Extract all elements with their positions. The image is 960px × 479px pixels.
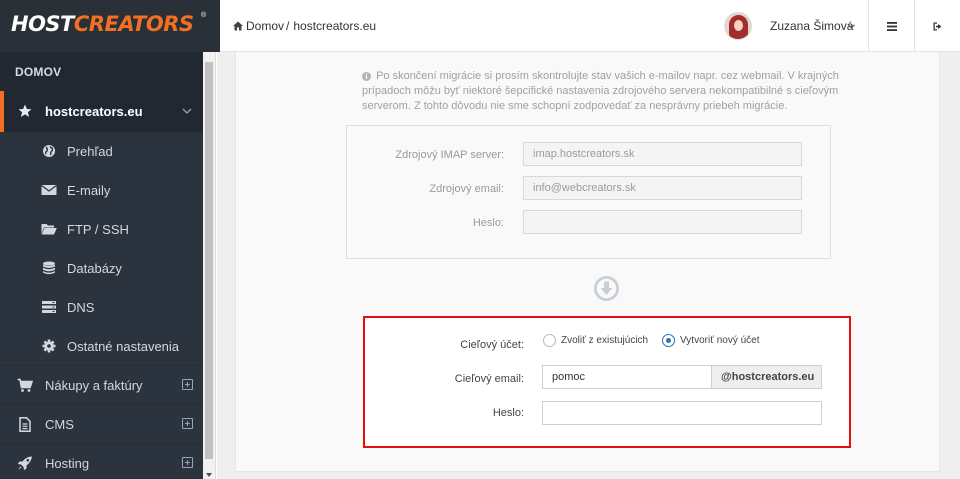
menu-toggle-button[interactable] (868, 0, 914, 52)
sidebar-item-label: Databázy (67, 261, 122, 276)
sidebar-item-prehlad[interactable]: Prehľad (0, 132, 203, 171)
target-account-label: Cieľový účet: (460, 339, 524, 351)
breadcrumb: Domov / hostcreators.eu (233, 19, 376, 33)
sidebar-item-label: Ostatné nastavenia (67, 339, 180, 354)
breadcrumb-current: hostcreators.eu (293, 19, 377, 33)
target-password-input[interactable] (542, 401, 822, 425)
migration-notice: i Po skončení migrácie si prosím skontro… (362, 69, 842, 114)
radio-choose-existing[interactable]: Zvoliť z existujúcich (543, 334, 648, 347)
arrow-circle-down-icon (594, 276, 619, 301)
sidebar-section-title: DOMOV (0, 52, 203, 91)
logo-host: HOST (11, 12, 74, 36)
sidebar-item-label: Nákupy a faktúry (45, 378, 143, 393)
target-email-input[interactable]: pomoc (542, 365, 712, 389)
radio-circle[interactable] (543, 334, 556, 347)
plus-square-icon (182, 457, 193, 468)
sidebar-item-dns[interactable]: DNS (0, 288, 203, 327)
source-email-label: Zdrojový email: (429, 183, 504, 195)
radio-label: Zvoliť z existujúcich (561, 335, 649, 346)
radio-circle-checked[interactable] (662, 334, 675, 347)
sidebar-item-label: E-maily (67, 183, 111, 198)
user-menu[interactable]: Zuzana Šimová (724, 12, 855, 40)
sidebar-item-nakupy-a-faktury[interactable]: Nákupy a faktúry (0, 365, 203, 404)
sidebar-item-ostatne-nastavenia[interactable]: Ostatné nastavenia (0, 327, 203, 366)
migration-panel: i Po skončení migrácie si prosím skontro… (235, 52, 940, 472)
top-header: HOSTCREATORS ® Domov / hostcreators.eu Zuz… (0, 0, 960, 52)
rocket-icon (17, 456, 32, 471)
sidebar-item-label: FTP / SSH (67, 222, 129, 237)
logo-registered-mark: ® (201, 12, 207, 19)
star-icon (18, 104, 32, 117)
source-password-label: Heslo: (472, 217, 504, 229)
hamburger-icon (886, 21, 897, 31)
sidebar-item-hosting[interactable]: Hosting (0, 443, 203, 479)
scrollbar-thumb[interactable] (205, 62, 213, 459)
breadcrumb-separator: / (286, 19, 290, 33)
radio-label: Vytvoriť nový účet (680, 335, 760, 346)
sidebar-item-label: Prehľad (67, 144, 113, 159)
plus-square-icon (182, 379, 193, 390)
sidebar-item-label: CMS (45, 417, 74, 432)
sidebar-scrollbar[interactable] (203, 52, 216, 479)
sign-out-icon (933, 22, 941, 30)
database-icon (43, 261, 55, 275)
server-icon (42, 301, 56, 313)
chevron-down-icon (848, 24, 855, 29)
logo-creators: CREATORS (73, 12, 194, 36)
info-icon: i (362, 72, 371, 81)
main-content: i Po skončení migrácie si prosím skontro… (217, 52, 960, 479)
sidebar-item-label: Hosting (45, 456, 90, 471)
sidebar-item-databazy[interactable]: Databázy (0, 249, 203, 288)
source-password-input[interactable] (523, 210, 802, 234)
plus-square-icon (182, 418, 193, 429)
sidebar-item-cms[interactable]: CMS (0, 404, 203, 443)
sidebar-item-domain-label: hostcreators.eu (45, 104, 143, 119)
imap-server-input[interactable]: imap.hostcreators.sk (523, 142, 802, 166)
radio-create-new[interactable]: Vytvoriť nový účet (662, 334, 760, 347)
sidebar-item-domain[interactable]: hostcreators.eu (0, 91, 203, 132)
imap-server-label: Zdrojový IMAP server: (395, 149, 504, 161)
source-settings: Zdrojový IMAP server: imap.hostcreators.… (346, 125, 831, 259)
sidebar-section-label: DOMOV (15, 65, 62, 79)
globe-icon (43, 145, 55, 157)
sidebar: DOMOV hostcreators.eu Prehľad E-maily FT… (0, 52, 203, 479)
cart-icon (17, 378, 33, 392)
migration-notice-text: Po skončení migrácie si prosím skontrolu… (362, 70, 839, 112)
target-email-label: Cieľový email: (454, 373, 524, 385)
sidebar-item-label: DNS (67, 300, 95, 315)
envelope-icon (41, 185, 57, 195)
scroll-down-arrow-icon[interactable] (206, 473, 212, 477)
logo[interactable]: HOSTCREATORS ® (0, 0, 220, 52)
user-name[interactable]: Zuzana Šimová (770, 19, 880, 33)
logo-text: HOSTCREATORS (11, 12, 194, 36)
target-email-domain-addon: @hostcreators.eu (712, 365, 822, 389)
source-email-input[interactable]: info@webcreators.sk (523, 176, 802, 200)
avatar (724, 12, 752, 40)
target-password-label: Heslo: (492, 407, 524, 419)
sidebar-item-emaily[interactable]: E-maily (0, 171, 203, 210)
gear-icon (42, 339, 56, 353)
sidebar-item-ftp-ssh[interactable]: FTP / SSH (0, 210, 203, 249)
target-account-box: Cieľový účet: Zvoliť z existujúcich Vytv… (363, 316, 851, 448)
file-icon (19, 417, 31, 432)
home-icon (233, 21, 243, 31)
logout-button[interactable] (914, 0, 960, 52)
folder-open-icon (41, 224, 57, 235)
breadcrumb-home[interactable]: Domov (246, 19, 284, 33)
chevron-down-icon (182, 108, 192, 114)
